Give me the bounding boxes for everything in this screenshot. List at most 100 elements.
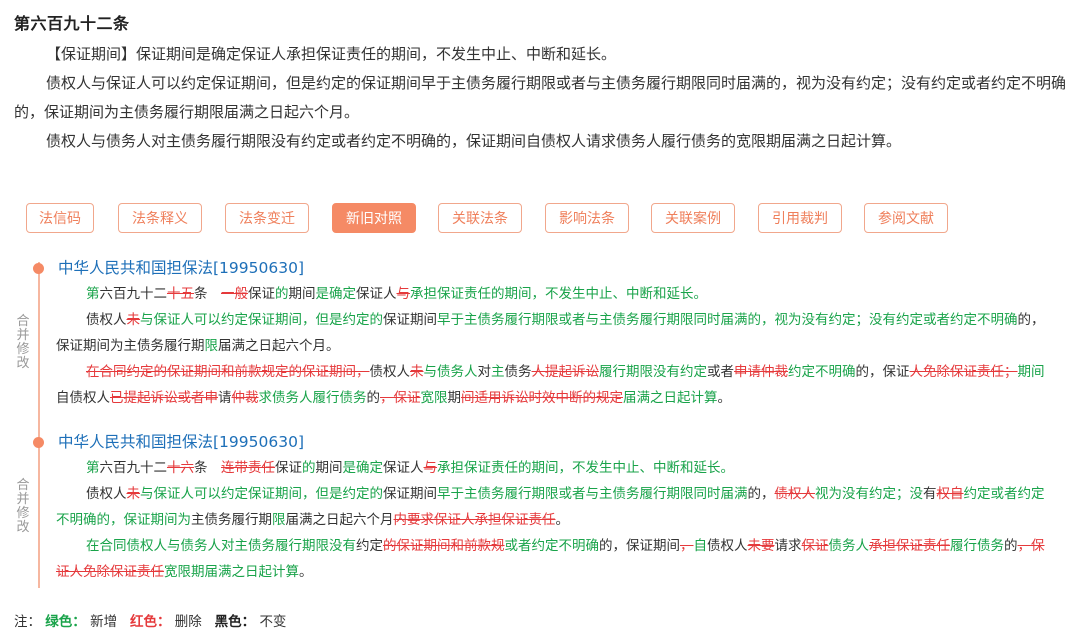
added-text: 与保证人可以约定保证期间，但是约定的 xyxy=(140,312,383,328)
unchanged-text: 条 xyxy=(194,286,221,302)
unchanged-text: 期间 xyxy=(315,460,343,476)
legend-note: 注： 绿色： 新增 红色： 删除 黑色： 不变 xyxy=(14,610,286,630)
deleted-text: 承担保证责任 xyxy=(869,538,950,554)
tab-related-cases[interactable]: 关联案例 xyxy=(651,203,735,233)
unchanged-text: 的 xyxy=(366,390,381,406)
added-text: 履行期限没有约定 xyxy=(599,364,707,380)
deleted-text: ，保证 xyxy=(380,390,421,406)
unchanged-text: 。 xyxy=(717,390,732,406)
deleted-text: 未 xyxy=(126,312,141,328)
unchanged-text: 期 xyxy=(447,390,462,406)
unchanged-text: 债务 xyxy=(504,364,532,380)
unchanged-text: 条 xyxy=(194,460,221,476)
comparison-paragraph: 第六百九十二十五条 一般保证的期间是确定保证人与承担保证责任的期间，不发生中止、… xyxy=(56,281,1056,307)
comparison-paragraph: 在合同债权人与债务人对主债务履行期限没有约定的保证期间和前款规或者约定不明确的，… xyxy=(56,533,1056,585)
deleted-text: 未要 xyxy=(747,538,775,554)
article-paragraph: 债权人与债务人对主债务履行期限没有约定或者约定不明确的，保证期间自债权人请求债务… xyxy=(46,132,902,150)
unchanged-text: 债权人 xyxy=(86,312,127,328)
deleted-text: 连带责任 xyxy=(221,460,275,476)
legend-red-text: 删除 xyxy=(174,614,202,630)
added-text: 届满之日起计算 xyxy=(623,390,718,406)
added-text: 宽限期届满之日起计算 xyxy=(164,564,299,580)
added-text: 求债务人履行债务 xyxy=(258,390,367,406)
comparison-paragraph: 债权人未与保证人可以约定保证期间，但是约定的保证期间早于主债务履行期限或者与主债… xyxy=(56,307,1056,359)
timeline-dot xyxy=(33,437,44,448)
unchanged-text: 的， xyxy=(747,486,775,502)
added-text: 或者约定不明确 xyxy=(504,538,600,554)
unchanged-text: 债权人 xyxy=(707,538,748,554)
article-body: 【保证期间】保证期间是确定保证人承担保证责任的期间，不发生中止、中断和延长。 债… xyxy=(14,40,1070,156)
article-paragraph: 债权人与保证人可以约定保证期间，但是约定的保证期间早于主债务履行期限或者与主债务… xyxy=(14,74,1067,121)
added-text: 承担保证责任的期间，不发生中止、中断和延长。 xyxy=(410,286,707,302)
deleted-text: 与 xyxy=(396,286,411,302)
deleted-text: 人免除保证责任； xyxy=(909,364,1018,380)
added-text: 履行债务 xyxy=(950,538,1004,554)
deleted-text: 的保证期间和前款规 xyxy=(383,538,505,554)
comparison-paragraph: 债权人未与保证人可以约定保证期间，但是约定的保证期间早于主债务履行期限或者与主债… xyxy=(56,481,1056,533)
unchanged-text: 请 xyxy=(218,390,232,406)
unchanged-text: 自债权人 xyxy=(56,390,110,406)
deleted-text: 未 xyxy=(410,364,424,380)
legend-red-label: 红色： xyxy=(129,614,171,630)
unchanged-text: 保证人 xyxy=(383,460,424,476)
comparison-paragraph: 第六百九十二十六条 连带责任保证的期间是确定保证人与承担保证责任的期间，不发生中… xyxy=(56,455,1056,481)
unchanged-text: 六百九十二 xyxy=(99,286,168,302)
unchanged-text: 。 xyxy=(299,564,313,580)
added-text: 早于主债务履行期限或者与主债务履行期限同时届满 xyxy=(437,486,748,502)
deleted-text: ， xyxy=(680,538,694,554)
added-text: 视为没有约定；没 xyxy=(815,486,923,502)
unchanged-text: 六百九十二 xyxy=(99,460,168,476)
unchanged-text: 届满之日起六个月 xyxy=(285,512,394,528)
article-paragraph: 【保证期间】保证期间是确定保证人承担保证责任的期间，不发生中止、中断和延长。 xyxy=(46,45,617,63)
deleted-text: 内要求保证人承担保证责任 xyxy=(393,512,556,528)
deleted-text: 间适用诉讼时效中断的规定 xyxy=(461,390,623,406)
added-text: 早于主债务履行期限或者与主债务履行期限同时届满的，视为没有约定；没有约定或者约定… xyxy=(437,312,1018,328)
legend-black-text: 不变 xyxy=(259,614,287,630)
added-text: 自 xyxy=(693,538,708,554)
added-text: 期间 xyxy=(1017,364,1045,380)
unchanged-text: 保证 xyxy=(275,460,302,476)
comparison-block: 第六百九十二十六条 连带责任保证的期间是确定保证人与承担保证责任的期间，不发生中… xyxy=(56,455,1056,585)
added-text: 承担保证责任的期间，不发生中止、中断和延长。 xyxy=(437,460,734,476)
unchanged-text: 。 xyxy=(555,512,570,528)
added-text: 第 xyxy=(86,286,100,302)
tab-related-articles[interactable]: 关联法条 xyxy=(438,203,522,233)
tab-old-new-compare[interactable]: 新旧对照 xyxy=(332,203,416,233)
unchanged-text: 主债务履行期 xyxy=(191,512,272,528)
added-text: 的 xyxy=(275,286,289,302)
unchanged-text: 请求 xyxy=(774,538,802,554)
tab-interpretation[interactable]: 法条释义 xyxy=(118,203,202,233)
deleted-text: 人提起诉讼 xyxy=(531,364,600,380)
tab-references[interactable]: 参阅文献 xyxy=(864,203,948,233)
timeline-line xyxy=(38,262,40,588)
tab-fa-xin-ma[interactable]: 法信码 xyxy=(26,203,94,233)
unchanged-text: 届满之日起六个月。 xyxy=(218,338,340,354)
added-text: 第 xyxy=(86,460,100,476)
added-text: 与保证人可以约定保证期间，但是约定的 xyxy=(140,486,383,502)
deleted-text: 十五 xyxy=(167,286,194,302)
source-law-link[interactable]: 中华人民共和国担保法[19950630] xyxy=(58,430,304,452)
added-text: 主 xyxy=(491,364,505,380)
source-law-link[interactable]: 中华人民共和国担保法[19950630] xyxy=(58,256,304,278)
timeline-dot xyxy=(33,263,44,274)
tab-cited-judgments[interactable]: 引用裁判 xyxy=(758,203,842,233)
unchanged-text: 保证 xyxy=(248,286,275,302)
deleted-text: 债权人 xyxy=(774,486,816,502)
deleted-text: 未 xyxy=(126,486,141,502)
comparison-paragraph: 在合同约定的保证期间和前款规定的保证期间，债权人未与债务人对主债务人提起诉讼履行… xyxy=(56,359,1056,411)
added-text: 限 xyxy=(272,512,286,528)
added-text: 约定不明确 xyxy=(788,364,856,380)
comparison-block: 第六百九十二十五条 一般保证的期间是确定保证人与承担保证责任的期间，不发生中止、… xyxy=(56,281,1056,411)
unchanged-text: 的 xyxy=(1004,538,1018,554)
tab-history[interactable]: 法条变迁 xyxy=(225,203,309,233)
deleted-text: 十六 xyxy=(167,460,194,476)
deleted-text: 保证 xyxy=(801,538,829,554)
change-type-label: 合并修改 xyxy=(16,314,30,371)
unchanged-text: 有 xyxy=(923,486,937,502)
added-text: 宽限 xyxy=(420,390,448,406)
unchanged-text: 保证期间 xyxy=(383,312,437,328)
legend-green-label: 绿色： xyxy=(45,614,86,630)
unchanged-text: 债权人 xyxy=(86,486,127,502)
tab-affected-articles[interactable]: 影响法条 xyxy=(545,203,629,233)
added-text: 是确定 xyxy=(315,286,357,302)
